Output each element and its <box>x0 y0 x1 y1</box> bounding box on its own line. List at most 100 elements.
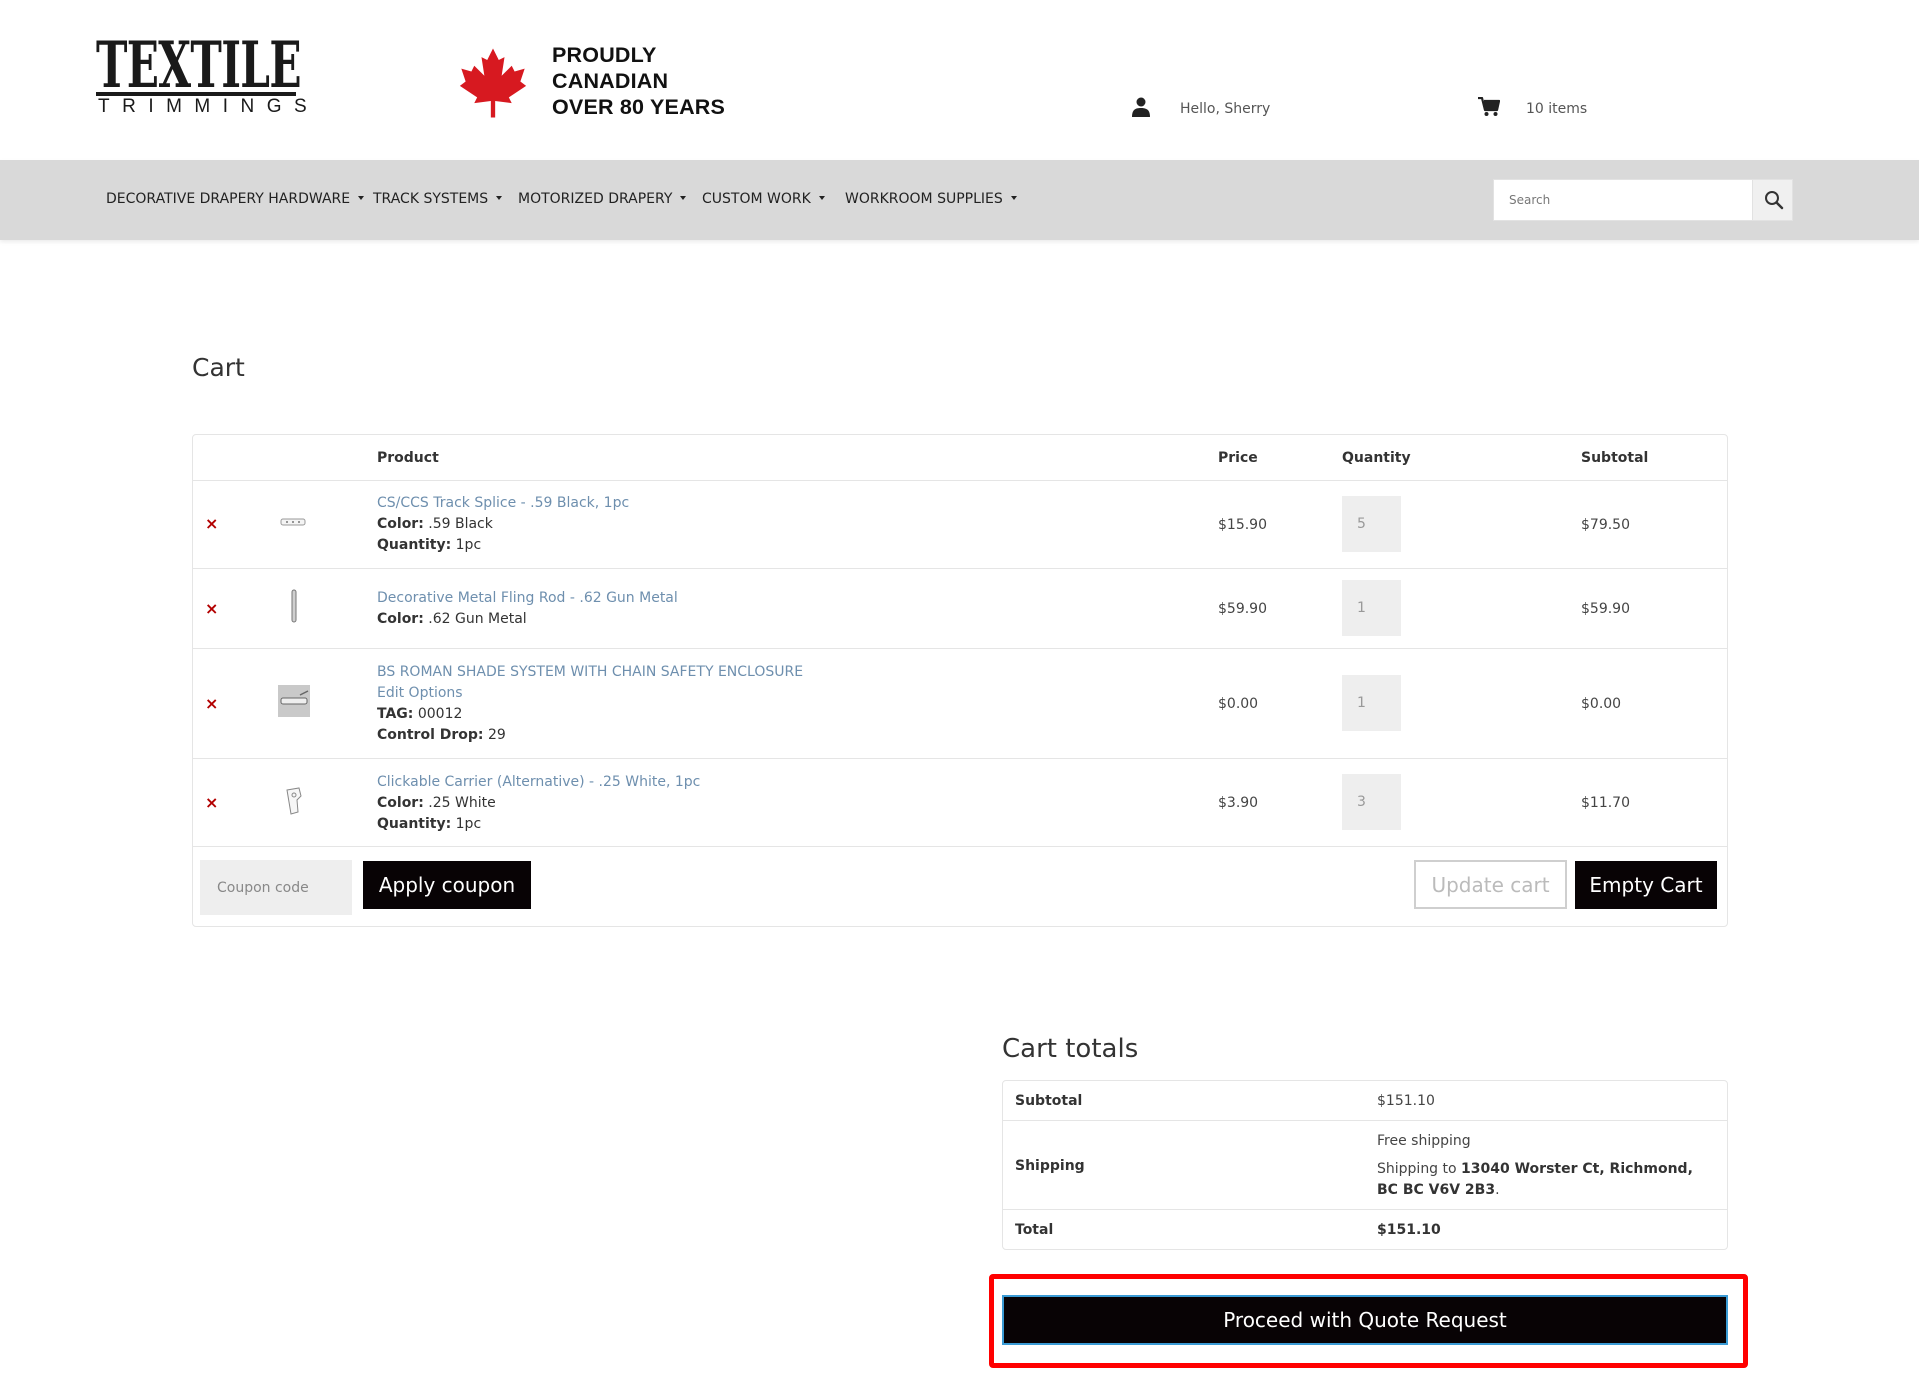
cart-totals-title: Cart totals <box>1002 1034 1139 1064</box>
nav-item-workroom-supplies[interactable]: WORKROOM SUPPLIES <box>845 191 1017 207</box>
shipping-suffix: . <box>1495 1182 1500 1198</box>
subtotal-label: Subtotal <box>1015 1093 1083 1109</box>
product-name-link[interactable]: BS ROMAN SHADE SYSTEM WITH CHAIN SAFETY … <box>377 664 803 680</box>
shipping-method: Free shipping <box>1377 1133 1471 1149</box>
tagline-line: PROUDLY <box>552 43 657 67</box>
meta-value: .62 Gun Metal <box>423 611 527 627</box>
product-meta: Color: .59 Black <box>377 516 493 532</box>
column-header-price: Price <box>1218 450 1258 466</box>
coupon-code-input[interactable] <box>200 860 352 915</box>
caret-down-icon <box>496 196 503 200</box>
nav-item-decorative-drapery-hardware[interactable]: DECORATIVE DRAPERY HARDWARE <box>106 191 365 207</box>
page-title: Cart <box>192 353 245 382</box>
caret-down-icon <box>818 196 825 200</box>
meta-value: .25 White <box>423 795 496 811</box>
remove-item-button[interactable]: × <box>205 795 218 811</box>
cart-icon[interactable] <box>1478 97 1500 117</box>
shipping-destination: Shipping to 13040 Worster Ct, Richmond, … <box>1377 1159 1717 1201</box>
quantity-input[interactable] <box>1342 496 1401 552</box>
apply-coupon-button[interactable]: Apply coupon <box>363 861 531 909</box>
empty-cart-button[interactable]: Empty Cart <box>1575 861 1717 909</box>
item-price: $3.90 <box>1218 795 1259 811</box>
remove-item-button[interactable]: × <box>205 516 218 532</box>
meta-label: TAG: <box>377 706 414 722</box>
item-price: $59.90 <box>1218 601 1267 617</box>
caret-down-icon <box>680 196 687 200</box>
product-meta: Quantity: 1pc <box>377 537 481 553</box>
search-icon <box>1765 191 1784 210</box>
shipping-prefix: Shipping to <box>1377 1161 1462 1177</box>
row-divider <box>193 648 1727 649</box>
remove-item-button[interactable]: × <box>205 601 218 617</box>
column-header-quantity: Quantity <box>1342 450 1411 466</box>
proceed-with-quote-request-button[interactable]: Proceed with Quote Request <box>1002 1295 1728 1345</box>
carrier-thumbnail[interactable] <box>283 786 305 816</box>
cart-item-count[interactable]: 10 items <box>1526 101 1587 117</box>
nav-item-custom-work[interactable]: CUSTOM WORK <box>702 191 825 207</box>
item-price: $0.00 <box>1218 696 1259 712</box>
logo-wordmark: TEXTILE <box>96 28 302 103</box>
nav-item-motorized-drapery[interactable]: MOTORIZED DRAPERY <box>518 191 687 207</box>
meta-label: Color: <box>377 795 424 811</box>
roman-shade-thumbnail[interactable] <box>278 685 310 717</box>
remove-item-button[interactable]: × <box>205 696 218 712</box>
search-button[interactable] <box>1752 180 1792 220</box>
track-splice-thumbnail[interactable] <box>279 514 309 530</box>
product-meta: Quantity: 1pc <box>377 816 481 832</box>
shipping-label: Shipping <box>1015 1158 1085 1174</box>
item-subtotal: $0.00 <box>1581 696 1622 712</box>
nav-item-label: TRACK SYSTEMS <box>373 191 489 207</box>
row-divider <box>193 480 1727 481</box>
item-subtotal: $59.90 <box>1581 601 1630 617</box>
fling-rod-thumbnail[interactable] <box>288 589 300 623</box>
caret-down-icon <box>1010 196 1017 200</box>
quantity-input[interactable] <box>1342 675 1401 731</box>
total-label: Total <box>1015 1222 1054 1238</box>
row-divider <box>193 846 1727 847</box>
meta-value: 1pc <box>451 816 482 832</box>
quantity-input[interactable] <box>1342 580 1401 636</box>
product-meta: Color: .25 White <box>377 795 496 811</box>
site-logo[interactable]: TEXTILE TRIMMINGS <box>96 34 307 120</box>
meta-value: 29 <box>483 727 506 743</box>
meta-label: Quantity: <box>377 537 452 553</box>
product-meta: Control Drop: 29 <box>377 727 506 743</box>
product-name-link[interactable]: CS/CCS Track Splice - .59 Black, 1pc <box>377 495 629 511</box>
meta-label: Color: <box>377 516 424 532</box>
meta-value: .59 Black <box>423 516 493 532</box>
logo-subtitle: TRIMMINGS <box>98 96 320 117</box>
meta-value: 1pc <box>451 537 482 553</box>
row-divider <box>193 568 1727 569</box>
meta-label: Quantity: <box>377 816 452 832</box>
product-meta: Color: .62 Gun Metal <box>377 611 527 627</box>
edit-options-link[interactable]: Edit Options <box>377 685 463 701</box>
product-name-link[interactable]: Decorative Metal Fling Rod - .62 Gun Met… <box>377 590 678 606</box>
main-navigation: DECORATIVE DRAPERY HARDWARE TRACK SYSTEM… <box>0 160 1919 240</box>
meta-label: Color: <box>377 611 424 627</box>
meta-value: 00012 <box>413 706 463 722</box>
tagline-line: OVER 80 YEARS <box>552 95 726 119</box>
nav-item-track-systems[interactable]: TRACK SYSTEMS <box>373 191 503 207</box>
tagline-line: CANADIAN <box>552 69 669 93</box>
product-meta: TAG: 00012 <box>377 706 462 722</box>
product-name-link[interactable]: Clickable Carrier (Alternative) - .25 Wh… <box>377 774 700 790</box>
nav-item-label: WORKROOM SUPPLIES <box>845 191 1003 207</box>
quantity-input[interactable] <box>1342 774 1401 830</box>
proudly-canadian-tagline: PROUDLY CANADIAN OVER 80 YEARS <box>552 42 725 120</box>
column-header-product: Product <box>377 450 439 466</box>
search-input[interactable] <box>1494 180 1752 220</box>
column-header-subtotal: Subtotal <box>1581 450 1649 466</box>
search-box <box>1493 179 1793 221</box>
account-greeting[interactable]: Hello, Sherry <box>1180 101 1270 117</box>
item-subtotal: $11.70 <box>1581 795 1630 811</box>
user-icon[interactable] <box>1132 97 1150 117</box>
nav-item-label: DECORATIVE DRAPERY HARDWARE <box>106 191 351 207</box>
row-divider <box>193 758 1727 759</box>
nav-item-label: CUSTOM WORK <box>702 191 811 207</box>
meta-label: Control Drop: <box>377 727 484 743</box>
item-subtotal: $79.50 <box>1581 517 1630 533</box>
row-divider <box>1003 1120 1727 1121</box>
update-cart-button[interactable]: Update cart <box>1414 860 1567 909</box>
total-value: $151.10 <box>1377 1222 1441 1238</box>
site-header: TEXTILE TRIMMINGS PROUDLY CANADIAN OVER … <box>0 0 1919 160</box>
